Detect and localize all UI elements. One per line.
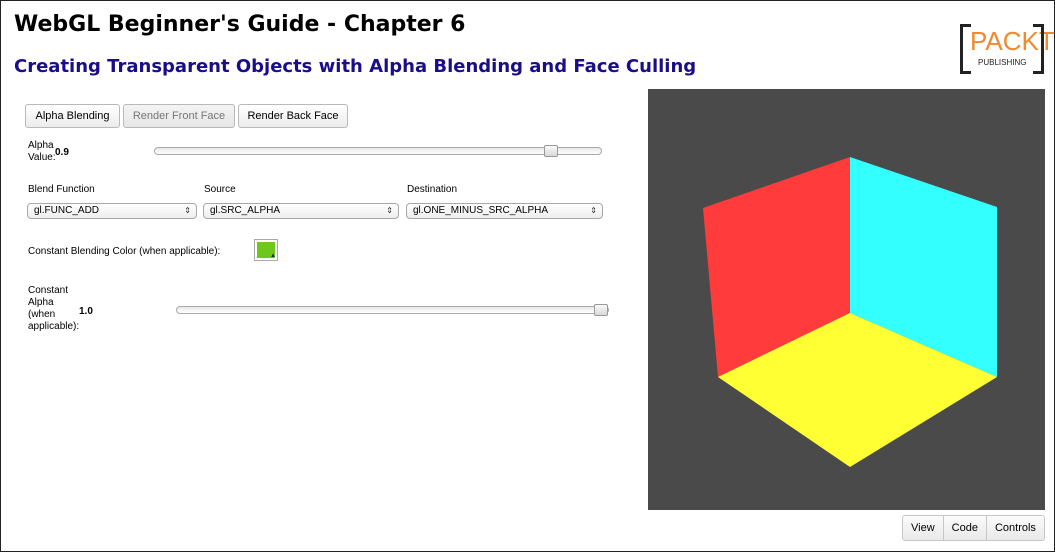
source-value: gl.SRC_ALPHA [210,205,281,216]
page-title: WebGL Beginner's Guide - Chapter 6 [14,12,466,37]
destination-value: gl.ONE_MINUS_SRC_ALPHA [413,205,549,216]
select-arrow-icon: ⇕ [386,206,393,215]
page-subtitle: Creating Transparent Objects with Alpha … [14,56,697,77]
alpha-slider-thumb[interactable] [543,145,558,157]
source-select[interactable]: gl.SRC_ALPHA ⇕ [203,203,399,219]
destination-label: Destination [407,184,458,195]
constant-color-label: Constant Blending Color (when applicable… [28,246,221,257]
constant-color-picker[interactable]: ▲ [254,239,278,261]
alpha-blending-button[interactable]: Alpha Blending [25,104,120,128]
destination-select[interactable]: gl.ONE_MINUS_SRC_ALPHA ⇕ [406,203,603,219]
cube-scene [703,157,997,467]
webgl-canvas[interactable] [648,89,1045,510]
blend-function-value: gl.FUNC_ADD [34,205,100,216]
render-front-face-button[interactable]: Render Front Face [123,104,235,128]
alpha-value-readout: 0.9 [55,147,69,158]
color-dropdown-icon: ▲ [270,253,276,259]
logo-tagline: PUBLISHING [978,58,1027,67]
constant-alpha-readout: 1.0 [79,306,93,317]
select-arrow-icon: ⇕ [590,206,597,215]
source-label: Source [204,184,236,195]
logo-bracket-right [1033,24,1044,74]
constant-alpha-slider[interactable] [176,304,609,316]
packt-logo: PACKT PUBLISHING [960,24,1055,74]
tab-view[interactable]: View [903,516,944,540]
render-back-face-button[interactable]: Render Back Face [238,104,348,128]
tab-controls[interactable]: Controls [986,516,1044,540]
constant-alpha-label: Constant Alpha (when applicable): [28,285,80,332]
constant-alpha-slider-thumb[interactable] [594,304,608,316]
alpha-slider[interactable] [154,145,602,157]
blend-function-label: Blend Function [28,184,95,195]
select-arrow-icon: ⇕ [184,206,191,215]
alpha-value-label: Alpha Value: [28,140,56,163]
blend-function-select[interactable]: gl.FUNC_ADD ⇕ [27,203,197,219]
tab-code[interactable]: Code [943,516,987,540]
view-tabs: View Code Controls [902,515,1045,541]
